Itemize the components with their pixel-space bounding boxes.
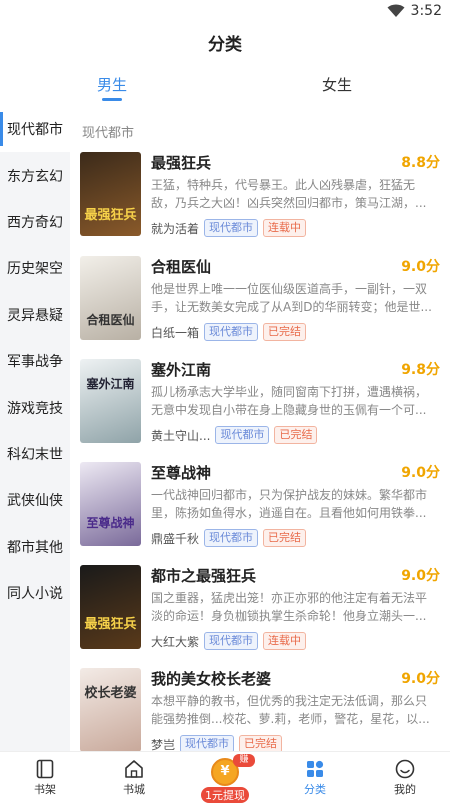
category-tag: 现代都市 bbox=[204, 323, 259, 341]
status-icons: 3:52 bbox=[387, 3, 442, 19]
category-tag: 现代都市 bbox=[204, 219, 259, 237]
status-badge: 已完结 bbox=[274, 426, 318, 444]
tab-active-indicator bbox=[102, 98, 122, 101]
book-item[interactable]: 至尊战神 至尊战神 9.0分 一代战神回归都市，只为保护战友的妹妹。繁华都市里，… bbox=[80, 462, 440, 550]
book-meta: 鼎盛千秋 现代都市 已完结 bbox=[151, 529, 307, 547]
book-cover: 至尊战神 bbox=[80, 462, 141, 546]
book-author: 梦岂 bbox=[151, 737, 176, 752]
book-score: 9.0分 bbox=[401, 259, 440, 275]
nav-label-category: 分类 bbox=[304, 783, 326, 796]
book-author: 就为活着 bbox=[151, 221, 200, 236]
sidebar-item-alt-history[interactable]: 历史架空 bbox=[0, 245, 70, 291]
book-meta: 白纸一箱 现代都市 已完结 bbox=[151, 323, 307, 341]
nav-bookstore[interactable]: 书城 bbox=[104, 758, 164, 797]
category-icon bbox=[307, 760, 324, 777]
nav-category[interactable]: 分类 bbox=[285, 758, 345, 797]
book-description: 一代战神回归都市，只为保护战友的妹妹。繁华都市里，陈扬如鱼得水，逍遥自在。且看他… bbox=[151, 488, 428, 520]
book-item[interactable]: 最强狂兵 都市之最强狂兵 9.0分 国之重器，猛虎出笼！亦正亦邪的他注定有着无法… bbox=[80, 565, 440, 653]
sidebar-item-military[interactable]: 军事战争 bbox=[0, 338, 70, 384]
sidebar-item-modern-city[interactable]: 现代都市 bbox=[0, 106, 70, 153]
sidebar-item-eastern-fantasy[interactable]: 东方玄幻 bbox=[0, 152, 70, 198]
book-description: 本想平静的教书，但优秀的我注定无法低调，那么只能强势推倒...校花、萝.莉，老师… bbox=[151, 694, 430, 726]
book-list-panel: 现代都市 最强狂兵 最强狂兵 8.8分 王猛，特种兵，代号暴王。此人凶残暴虐，狂… bbox=[70, 106, 450, 752]
status-bar: 3:52 bbox=[0, 0, 450, 24]
book-item[interactable]: 校长老婆 我的美女校长老婆 9.0分 本想平静的教书，但优秀的我注定无法低调，那… bbox=[80, 668, 440, 752]
status-badge: 连载中 bbox=[263, 219, 307, 237]
nav-mine[interactable]: 我的 bbox=[375, 758, 435, 797]
bookshelf-icon bbox=[36, 759, 54, 779]
nav-label-bookshelf: 书架 bbox=[34, 783, 56, 796]
book-author: 白纸一箱 bbox=[151, 325, 200, 340]
book-author: 鼎盛千秋 bbox=[151, 531, 200, 546]
earn-badge: 赚钱 bbox=[233, 754, 255, 778]
smile-icon bbox=[395, 759, 415, 779]
book-description: 孤儿杨承志大学毕业，随同窗南下打拼，遭遇横祸，无意中发现自小带在身上隐藏身世的玉… bbox=[151, 385, 428, 417]
book-title: 最强狂兵 bbox=[151, 154, 212, 172]
category-tag: 现代都市 bbox=[180, 735, 235, 752]
status-badge: 已完结 bbox=[263, 529, 307, 547]
tab-female[interactable]: 女生 bbox=[277, 74, 397, 95]
bottom-nav: 书架 书城 ¥ 赚钱 1元提现 分类 我的 bbox=[0, 751, 450, 803]
category-sidebar: 现代都市 东方玄幻 西方奇幻 历史架空 灵异悬疑 军事战争 游戏竞技 科幻末世 … bbox=[0, 106, 70, 752]
gender-tabs: 男生 女生 bbox=[0, 70, 450, 104]
book-meta: 大红大紫 现代都市 连载中 bbox=[151, 632, 307, 650]
category-tag: 现代都市 bbox=[204, 632, 259, 650]
book-author: 大红大紫 bbox=[151, 634, 200, 649]
sidebar-item-supernatural[interactable]: 灵异悬疑 bbox=[0, 292, 70, 338]
book-description: 王猛，特种兵，代号暴王。此人凶残暴虐，狂猛无敌，乃兵之大凶！凶兵突然回归都市，策… bbox=[151, 178, 427, 210]
book-score: 8.8分 bbox=[401, 155, 440, 171]
status-badge: 已完结 bbox=[263, 323, 307, 341]
book-title: 塞外江南 bbox=[151, 361, 212, 379]
book-title: 合租医仙 bbox=[151, 258, 212, 276]
book-score: 9.0分 bbox=[401, 465, 440, 481]
book-title: 我的美女校长老婆 bbox=[151, 670, 272, 688]
book-description: 他是世界上唯一一位医仙级医道高手，一副针，一双手，让无数美女完成了从A到D的华丽… bbox=[151, 282, 432, 314]
home-icon bbox=[125, 760, 143, 778]
book-cover: 合租医仙 bbox=[80, 256, 141, 340]
category-tag: 现代都市 bbox=[204, 529, 259, 547]
sidebar-item-scifi[interactable]: 科幻末世 bbox=[0, 431, 70, 477]
book-meta: 梦岂 现代都市 已完结 bbox=[151, 735, 283, 752]
status-time: 3:52 bbox=[410, 3, 442, 19]
nav-label-mine: 我的 bbox=[394, 783, 416, 796]
book-cover: 最强狂兵 bbox=[80, 565, 141, 649]
book-cover: 校长老婆 bbox=[80, 668, 141, 752]
nav-withdraw[interactable]: ¥ 赚钱 1元提现 bbox=[195, 754, 255, 803]
book-meta: 黄土守山... 现代都市 已完结 bbox=[151, 426, 318, 444]
book-cover: 塞外江南 bbox=[80, 359, 141, 443]
book-title: 至尊战神 bbox=[151, 464, 212, 482]
book-score: 9.0分 bbox=[401, 671, 440, 687]
book-cover: 最强狂兵 bbox=[80, 152, 141, 236]
page-title: 分类 bbox=[208, 35, 242, 55]
status-badge: 已完结 bbox=[239, 735, 283, 752]
nav-bookshelf[interactable]: 书架 bbox=[15, 758, 75, 797]
wifi-icon bbox=[387, 4, 405, 17]
book-item[interactable]: 塞外江南 塞外江南 9.8分 孤儿杨承志大学毕业，随同窗南下打拼，遭遇横祸，无意… bbox=[80, 359, 440, 447]
sidebar-item-western-fantasy[interactable]: 西方奇幻 bbox=[0, 199, 70, 245]
book-description: 国之重器，猛虎出笼！亦正亦邪的他注定有着无法平淡的命运！身负枷锁执掌生杀命轮！他… bbox=[151, 591, 428, 623]
book-score: 9.0分 bbox=[401, 568, 440, 584]
book-score: 9.8分 bbox=[401, 362, 440, 378]
nav-label-bookstore: 书城 bbox=[123, 783, 145, 796]
book-meta: 就为活着 现代都市 连载中 bbox=[151, 219, 307, 237]
status-badge: 连载中 bbox=[263, 632, 307, 650]
book-title: 都市之最强狂兵 bbox=[151, 567, 257, 585]
sidebar-item-wuxia[interactable]: 武侠仙侠 bbox=[0, 477, 70, 523]
sidebar-item-city-other[interactable]: 都市其他 bbox=[0, 524, 70, 570]
book-author: 黄土守山... bbox=[151, 428, 211, 443]
book-item[interactable]: 合租医仙 合租医仙 9.0分 他是世界上唯一一位医仙级医道高手，一副针，一双手，… bbox=[80, 256, 440, 344]
tab-male[interactable]: 男生 bbox=[52, 74, 172, 95]
sidebar-item-fanfiction[interactable]: 同人小说 bbox=[0, 570, 70, 616]
book-item[interactable]: 最强狂兵 最强狂兵 8.8分 王猛，特种兵，代号暴王。此人凶残暴虐，狂猛无敌，乃… bbox=[80, 152, 440, 240]
section-title: 现代都市 bbox=[82, 126, 135, 141]
category-tag: 现代都市 bbox=[215, 426, 270, 444]
sidebar-item-gaming[interactable]: 游戏竞技 bbox=[0, 384, 70, 430]
nav-label-withdraw: 1元提现 bbox=[201, 787, 249, 803]
